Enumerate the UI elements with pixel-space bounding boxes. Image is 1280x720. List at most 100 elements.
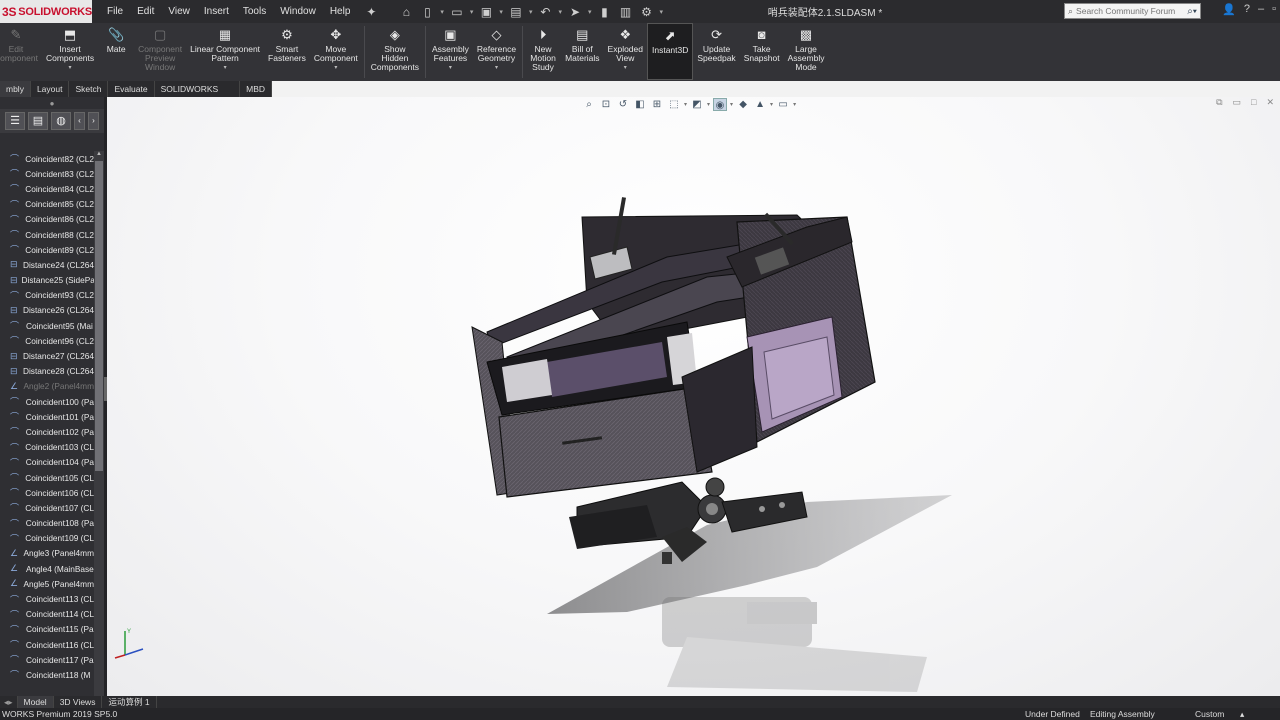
tree-item[interactable]: ⌒ Coincident116 (CL [0, 637, 94, 652]
tab-scroll-left-icon[interactable]: ‹ [74, 112, 85, 130]
show-hidden-components-button[interactable]: ◈ Show Hidden Components [367, 23, 423, 72]
tab-assembly[interactable]: mbly [0, 81, 31, 97]
reference-geometry-button[interactable]: ◇ Reference Geometry ▾ [473, 23, 520, 71]
chevron-down-icon[interactable]: ▾ [449, 64, 452, 71]
tree-item[interactable]: ⌒ Coincident101 (Pa [0, 409, 94, 424]
select-dropdown-icon[interactable]: ▾ [588, 8, 592, 16]
graphics-area[interactable]: ⌕ ⊡ ↺ ◧ ⊞ ⬚ ▾ ◩ ▾ ◉ ▾ ◆ ▲ ▾ ▭ ▾ ⧉ ▭ □ ✕ Y [107, 97, 1280, 696]
tab-model[interactable]: Model [17, 696, 54, 708]
view-orientation-icon[interactable]: ⬚ [667, 98, 681, 111]
print-dropdown-icon[interactable]: ▾ [529, 8, 533, 16]
tree-item[interactable]: ⌒ Coincident89 (CL2 [0, 242, 94, 257]
tree-item[interactable]: ⌒ Coincident118 (M [0, 667, 94, 682]
units-selector[interactable]: Custom [1195, 709, 1224, 719]
open-dropdown-icon[interactable]: ▾ [470, 8, 474, 16]
search-box[interactable]: ⌕ ⌕▾ [1064, 3, 1201, 19]
tree-item[interactable]: ⌒ Coincident109 (CL [0, 531, 94, 546]
large-assembly-mode-button[interactable]: ▩ Large Assembly Mode [784, 23, 829, 72]
menu-help[interactable]: Help [323, 0, 358, 23]
chevron-down-icon[interactable]: ▾ [707, 101, 710, 108]
search-input[interactable] [1076, 6, 1177, 16]
viewport-restore-icon[interactable]: ⧉ [1216, 97, 1222, 108]
chevron-down-icon[interactable]: ▾ [334, 64, 337, 71]
select-cursor-icon[interactable]: ➤ [567, 4, 583, 20]
instant3d-button[interactable]: ⬈ Instant3D [647, 23, 694, 80]
tab-3d-views[interactable]: 3D Views [54, 696, 103, 708]
undo-icon[interactable]: ↶ [537, 4, 553, 20]
options-dropdown-icon[interactable]: ▾ [659, 8, 663, 16]
previous-view-icon[interactable]: ↺ [616, 98, 630, 111]
tab-motion-study[interactable]: 运动算例 1 [102, 696, 157, 708]
chevron-down-icon[interactable]: ▾ [793, 101, 796, 108]
viewport-tile-icon[interactable]: ▭ [1233, 97, 1242, 108]
assembly-model[interactable] [107, 97, 1280, 696]
tree-scrollbar[interactable]: ▲ [94, 151, 104, 696]
tab-evaluate[interactable]: Evaluate [108, 81, 155, 97]
tree-item[interactable]: ⌒ Coincident95 (Mai [0, 318, 94, 333]
menu-view[interactable]: View [161, 0, 197, 23]
tree-item[interactable]: ⌒ Coincident86 (CL2 [0, 212, 94, 227]
section-view-icon[interactable]: ◧ [633, 98, 647, 111]
apply-scene-icon[interactable]: ▲ [753, 98, 767, 111]
chevron-down-icon[interactable]: ▾ [69, 64, 72, 71]
print-icon[interactable]: ▤ [508, 4, 524, 20]
tree-item[interactable]: ⊟ Distance27 (CL264 [0, 348, 94, 363]
user-icon[interactable]: 👤 [1222, 3, 1236, 16]
property-manager-icon[interactable]: ▤ [28, 112, 48, 130]
tree-item[interactable]: ⌒ Coincident93 (CL2 [0, 288, 94, 303]
exploded-view-button[interactable]: ❖ Exploded View ▾ [604, 23, 647, 71]
zoom-to-area-icon[interactable]: ⊡ [599, 98, 613, 111]
minimize-icon[interactable]: – [1258, 3, 1264, 16]
tree-item[interactable]: ⌒ Coincident107 (CL [0, 500, 94, 515]
tree-item[interactable]: ∠ Angle4 (MainBase [0, 561, 94, 576]
tree-item[interactable]: ⌒ Coincident100 (Pa [0, 394, 94, 409]
save-dropdown-icon[interactable]: ▾ [499, 8, 503, 16]
search-dropdown-icon[interactable]: ⌕▾ [1187, 6, 1197, 17]
tree-item[interactable]: ⌒ Coincident106 (CL [0, 485, 94, 500]
tree-item[interactable]: ⌒ Coincident84 (CL2 [0, 181, 94, 196]
options-gear-icon[interactable]: ⚙ [638, 4, 654, 20]
take-snapshot-button[interactable]: ◙ Take Snapshot [740, 23, 784, 63]
tree-item[interactable]: ⊟ Distance25 (SidePa [0, 273, 94, 288]
menu-file[interactable]: File [100, 0, 130, 23]
bill-of-materials-button[interactable]: ▤ Bill of Materials [561, 23, 603, 63]
smart-fasteners-button[interactable]: ⚙ Smart Fasteners [264, 23, 310, 63]
tab-solidworks-addins[interactable]: SOLIDWORKS Add-Ins [155, 81, 241, 110]
tree-item[interactable]: ⌒ Coincident114 (CL [0, 607, 94, 622]
tree-item[interactable]: ⌒ Coincident103 (CL [0, 440, 94, 455]
linear-pattern-button[interactable]: ▦ Linear Component Pattern ▾ [186, 23, 264, 71]
tree-item[interactable]: ∠ Angle3 (Panel4mm [0, 546, 94, 561]
tab-layout[interactable]: Layout [31, 81, 70, 97]
hide-show-items-icon[interactable]: ◉ [713, 97, 728, 111]
tab-sketch[interactable]: Sketch [69, 81, 109, 97]
zoom-to-fit-icon[interactable]: ⌕ [582, 98, 596, 111]
new-document-icon[interactable]: ▯ [419, 4, 435, 20]
chevron-down-icon[interactable]: ▾ [224, 64, 227, 71]
pin-icon[interactable]: ✦ [363, 4, 379, 20]
menu-tools[interactable]: Tools [236, 0, 273, 23]
tab-nav-arrows-icon[interactable]: ◂▸ [0, 696, 18, 708]
menu-insert[interactable]: Insert [197, 0, 236, 23]
tree-item[interactable]: ⊟ Distance26 (CL264 [0, 303, 94, 318]
feature-tree-icon[interactable]: ☰ [5, 112, 25, 130]
tree-item[interactable]: ⌒ Coincident104 (Pa [0, 455, 94, 470]
scrollbar-thumb[interactable] [95, 161, 103, 471]
viewport-maximize-icon[interactable]: □ [1251, 97, 1256, 108]
tree-item[interactable]: ⌒ Coincident102 (Pa [0, 424, 94, 439]
assembly-features-button[interactable]: ▣ Assembly Features ▾ [428, 23, 473, 71]
collapse-handle[interactable]: ● [0, 97, 104, 109]
menu-window[interactable]: Window [273, 0, 323, 23]
new-motion-study-button[interactable]: ⏵ New Motion Study [525, 23, 561, 72]
tree-item[interactable]: ⌒ Coincident105 (CL [0, 470, 94, 485]
open-folder-icon[interactable]: ▭ [449, 4, 465, 20]
chevron-down-icon[interactable]: ▾ [624, 64, 627, 71]
tree-item[interactable]: ∠ Angle5 (Panel4mm [0, 576, 94, 591]
viewport-close-icon[interactable]: ✕ [1266, 97, 1274, 108]
tab-scroll-right-icon[interactable]: › [88, 112, 99, 130]
edit-appearance-icon[interactable]: ◆ [736, 98, 750, 111]
tree-item[interactable]: ⌒ Coincident96 (CL2 [0, 333, 94, 348]
tree-item[interactable]: ⌒ Coincident88 (CL2 [0, 227, 94, 242]
help-icon[interactable]: ? [1244, 3, 1250, 16]
chevron-down-icon[interactable]: ▾ [730, 101, 733, 108]
configuration-manager-icon[interactable]: ◍ [51, 112, 71, 130]
